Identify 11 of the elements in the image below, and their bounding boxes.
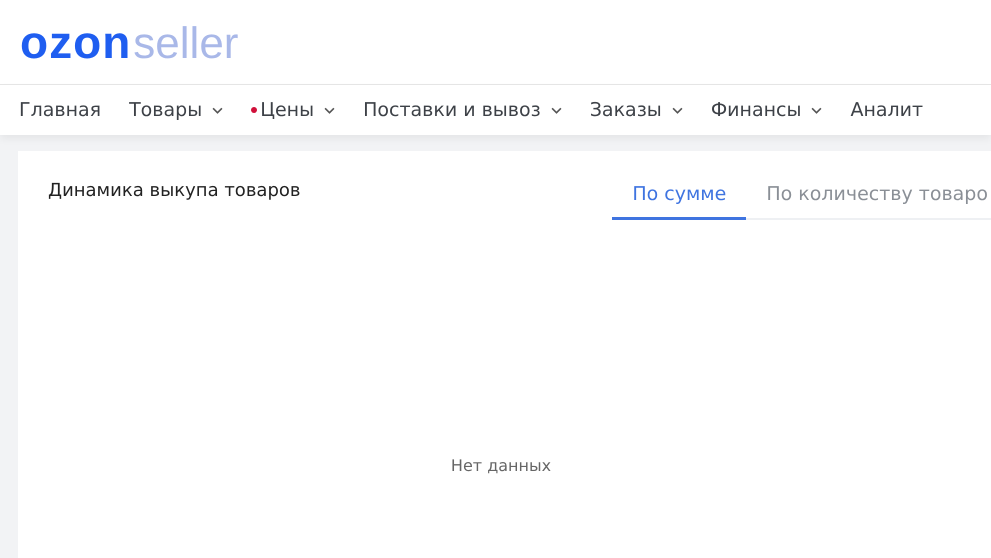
nav-menu-item[interactable]: Главная xyxy=(19,99,102,121)
nav-menu-item[interactable]: Финансы xyxy=(710,99,822,121)
card-title: Динамика выкупа товаров xyxy=(48,179,301,203)
nav-menu-item[interactable]: Поставки и вывоз xyxy=(363,99,562,121)
nav-menu-item[interactable]: Аналит xyxy=(850,99,924,121)
tab[interactable]: По сумме xyxy=(612,177,746,220)
nav-menu-item[interactable]: Товары xyxy=(129,99,224,121)
nav-menu-item[interactable]: Заказы xyxy=(590,99,683,121)
empty-message: Нет данных xyxy=(450,456,552,475)
nav-menu-item[interactable]: Цены xyxy=(251,99,336,121)
ozon-seller-logo[interactable]: ozonseller xyxy=(20,15,238,69)
